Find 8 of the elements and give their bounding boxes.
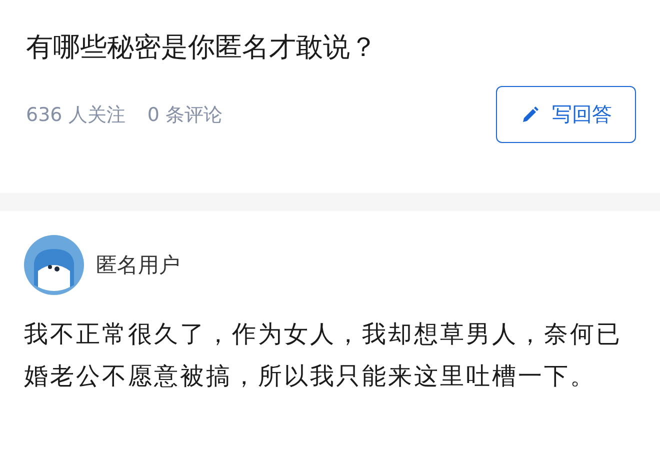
pencil-icon xyxy=(520,104,540,124)
comment-count: 0 条评论 xyxy=(147,102,222,128)
question-title: 有哪些秘密是你匿名才敢说？ xyxy=(26,31,378,65)
author-name[interactable]: 匿名用户 xyxy=(96,251,180,279)
avatar-icon xyxy=(24,235,84,295)
follower-count: 636 人关注 xyxy=(26,102,126,128)
write-answer-button[interactable]: 写回答 xyxy=(496,86,636,143)
answer-text: 我不正常很久了，作为女人，我却想草男人，奈何已婚老公不愿意被搞，所以我只能来这里吐槽一下。 xyxy=(24,319,623,392)
